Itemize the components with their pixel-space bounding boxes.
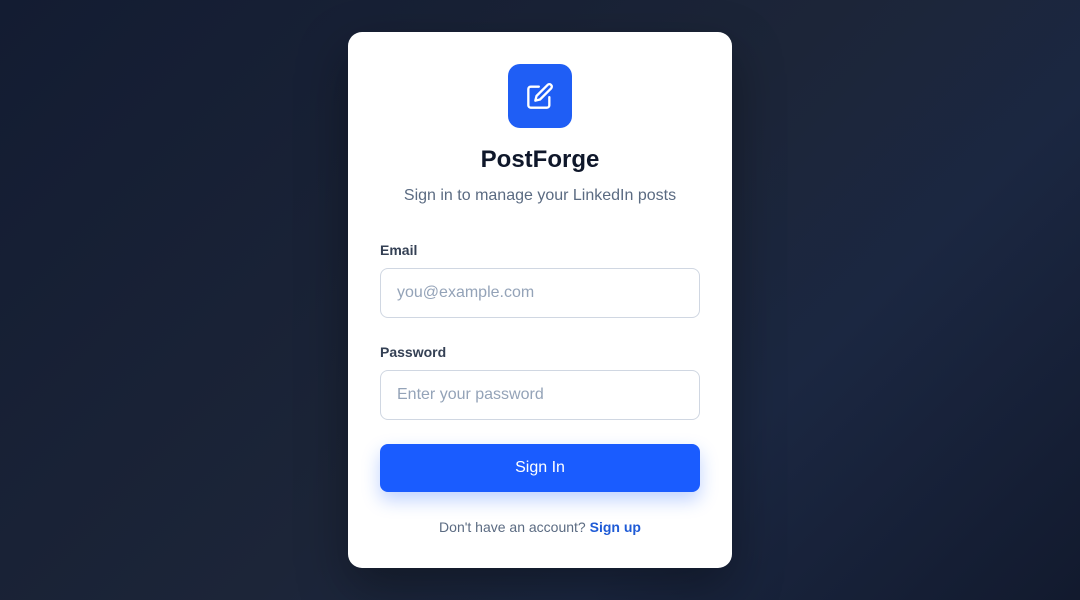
edit-icon: [527, 83, 553, 109]
email-label: Email: [380, 242, 418, 258]
email-field[interactable]: [380, 268, 700, 318]
sign-up-link[interactable]: Sign up: [590, 519, 641, 535]
app-subtitle: Sign in to manage your LinkedIn posts: [403, 187, 677, 204]
app-logo: [508, 64, 572, 128]
signup-prompt-text: Don't have an account?: [439, 519, 586, 535]
signup-prompt: Don't have an account? Sign up: [348, 518, 732, 536]
app-title: PostForge: [480, 146, 600, 173]
password-field[interactable]: [380, 370, 700, 420]
login-card: PostForge Sign in to manage your LinkedI…: [348, 32, 732, 568]
password-label: Password: [380, 344, 447, 360]
sign-in-button[interactable]: Sign In: [380, 444, 700, 492]
